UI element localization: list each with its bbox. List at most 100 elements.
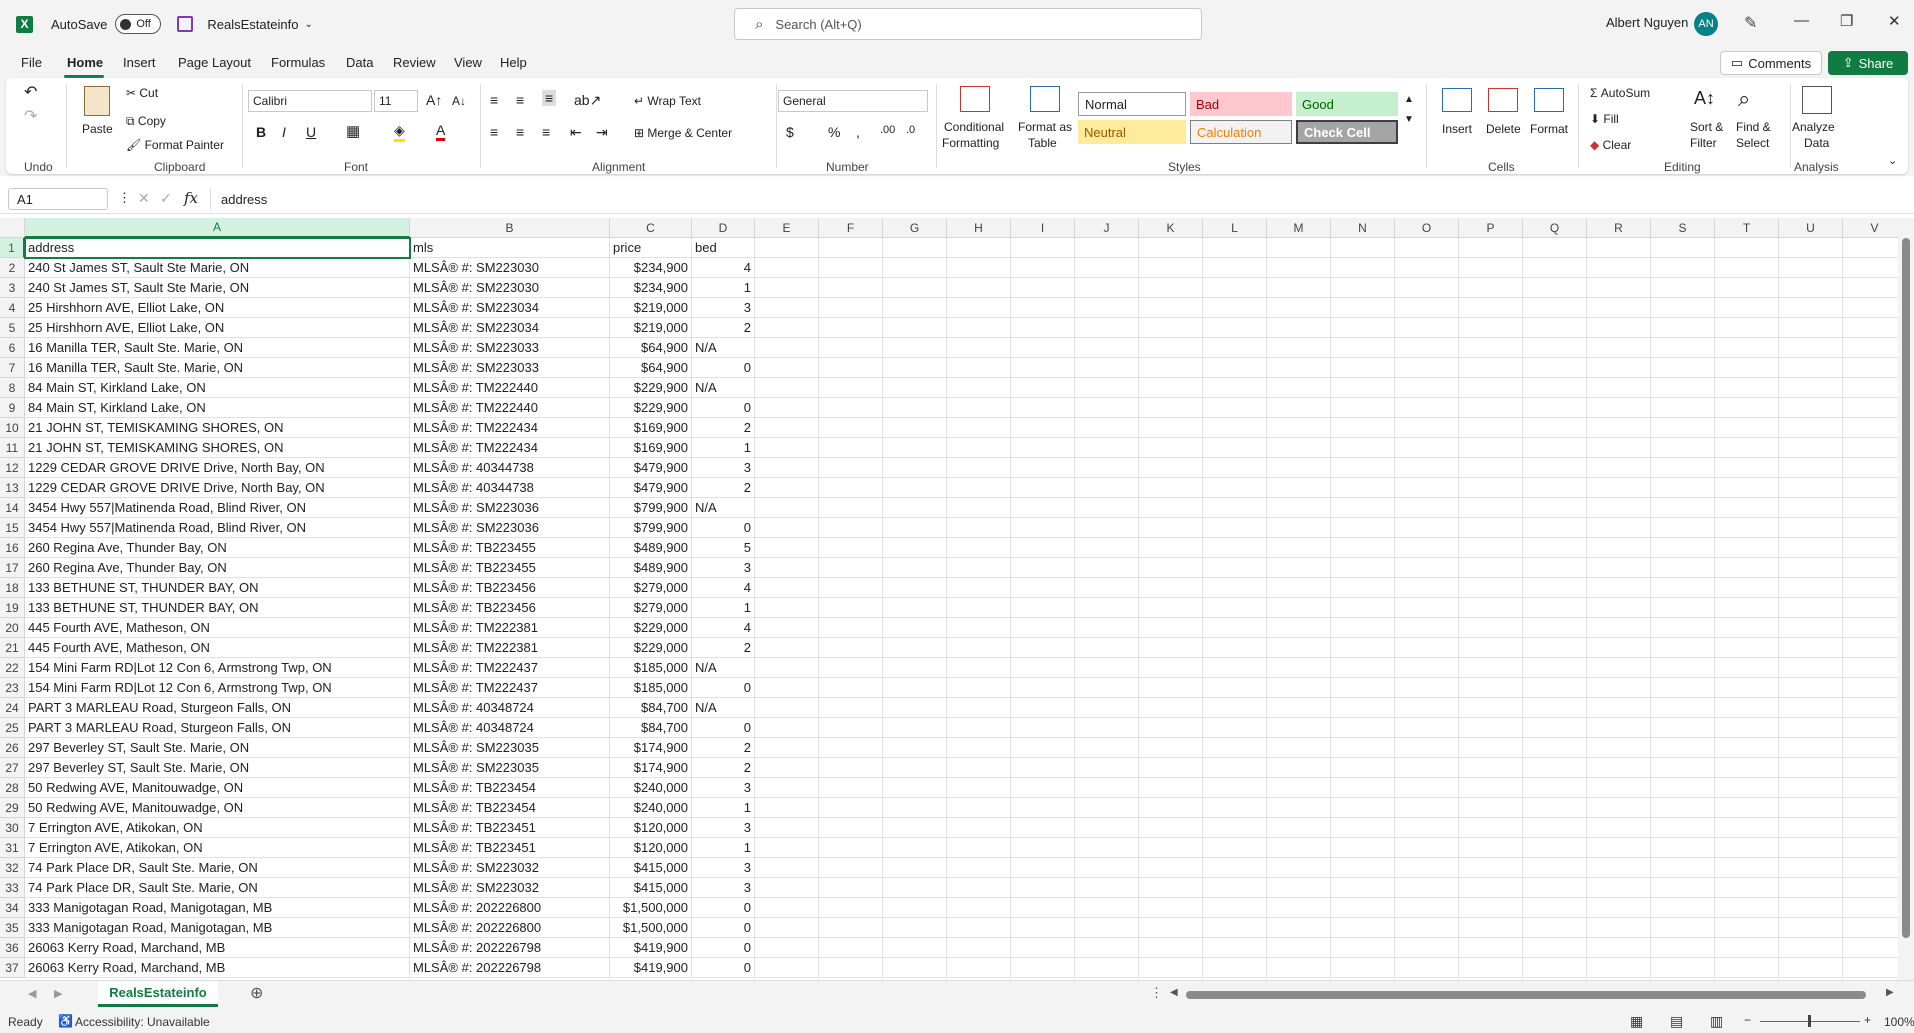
cell[interactable]: [1203, 778, 1267, 798]
cell[interactable]: [1651, 698, 1715, 718]
cell[interactable]: [1651, 838, 1715, 858]
cell[interactable]: [1651, 938, 1715, 958]
find-select-line2[interactable]: Select: [1736, 136, 1769, 150]
cell[interactable]: [1587, 398, 1651, 418]
cell[interactable]: [1779, 618, 1843, 638]
column-header[interactable]: I: [1011, 218, 1075, 238]
cell[interactable]: [1267, 578, 1331, 598]
row-header[interactable]: 8: [0, 378, 25, 398]
cell[interactable]: [1075, 738, 1139, 758]
cell[interactable]: [1331, 438, 1395, 458]
cell[interactable]: [1715, 358, 1779, 378]
cell[interactable]: [1011, 398, 1075, 418]
cell[interactable]: [1331, 238, 1395, 258]
row-header[interactable]: 32: [0, 858, 25, 878]
cell[interactable]: [1779, 238, 1843, 258]
underline-icon[interactable]: U: [306, 124, 316, 140]
cell[interactable]: [1011, 238, 1075, 258]
cell[interactable]: [1395, 638, 1459, 658]
currency-icon[interactable]: $: [786, 124, 794, 140]
cell[interactable]: [1075, 858, 1139, 878]
cell[interactable]: [1267, 478, 1331, 498]
cell[interactable]: [819, 838, 883, 858]
font-name-select[interactable]: Calibri: [248, 90, 372, 112]
cell[interactable]: [1395, 738, 1459, 758]
cell[interactable]: [1715, 338, 1779, 358]
cell[interactable]: $419,900: [610, 958, 692, 978]
cell[interactable]: [1395, 298, 1459, 318]
wrap-text-button[interactable]: ↵ Wrap Text: [634, 94, 701, 108]
cell[interactable]: [1331, 758, 1395, 778]
cell[interactable]: [1843, 318, 1898, 338]
cell[interactable]: [1651, 238, 1715, 258]
cell[interactable]: [1587, 278, 1651, 298]
cell[interactable]: [819, 898, 883, 918]
cell[interactable]: [1587, 358, 1651, 378]
cell[interactable]: [1587, 518, 1651, 538]
cell[interactable]: [1395, 398, 1459, 418]
cell[interactable]: [1523, 578, 1587, 598]
cell[interactable]: [1139, 618, 1203, 638]
cell[interactable]: [947, 618, 1011, 638]
cell[interactable]: [1139, 858, 1203, 878]
tab-help[interactable]: Help: [500, 55, 527, 70]
function-icon[interactable]: fx: [184, 189, 198, 207]
cell[interactable]: MLSÂ® #: TB223451: [410, 838, 610, 858]
cell[interactable]: [1587, 418, 1651, 438]
cell[interactable]: [1011, 358, 1075, 378]
cell[interactable]: [1267, 358, 1331, 378]
cell[interactable]: [1715, 718, 1779, 738]
cell[interactable]: [1331, 738, 1395, 758]
cell[interactable]: [1651, 418, 1715, 438]
cell[interactable]: [1651, 618, 1715, 638]
cell[interactable]: $279,000: [610, 598, 692, 618]
cell[interactable]: [1843, 638, 1898, 658]
cell[interactable]: [1395, 238, 1459, 258]
cell[interactable]: $419,900: [610, 938, 692, 958]
cell[interactable]: [1267, 278, 1331, 298]
cell[interactable]: [1331, 678, 1395, 698]
cell[interactable]: [1395, 458, 1459, 478]
cell[interactable]: [1203, 558, 1267, 578]
cell[interactable]: [947, 658, 1011, 678]
comments-button[interactable]: ▭ Comments: [1720, 51, 1822, 75]
cell[interactable]: [819, 338, 883, 358]
shrink-font-icon[interactable]: A↓: [452, 94, 466, 108]
cell[interactable]: [1011, 418, 1075, 438]
find-select-icon[interactable]: ⌕: [1738, 86, 1750, 112]
cell[interactable]: $479,900: [610, 458, 692, 478]
row-header[interactable]: 34: [0, 898, 25, 918]
cell[interactable]: 260 Regina Ave, Thunder Bay, ON: [25, 538, 410, 558]
cell[interactable]: $169,900: [610, 438, 692, 458]
cell[interactable]: [1843, 658, 1898, 678]
cell[interactable]: 0: [692, 678, 755, 698]
cell[interactable]: [1715, 738, 1779, 758]
cell[interactable]: [883, 678, 947, 698]
cell[interactable]: [1459, 538, 1523, 558]
cell[interactable]: MLSÂ® #: TM222440: [410, 378, 610, 398]
cell[interactable]: [1395, 438, 1459, 458]
cell[interactable]: [1203, 898, 1267, 918]
cell[interactable]: 3: [692, 558, 755, 578]
cell[interactable]: [1651, 518, 1715, 538]
cell[interactable]: [1523, 838, 1587, 858]
cell[interactable]: [1779, 838, 1843, 858]
cell[interactable]: [1651, 738, 1715, 758]
column-header[interactable]: B: [410, 218, 610, 238]
cell[interactable]: [1011, 938, 1075, 958]
cell[interactable]: [819, 718, 883, 738]
sort-filter-line1[interactable]: Sort &: [1690, 120, 1723, 134]
cell[interactable]: [1075, 438, 1139, 458]
row-header[interactable]: 19: [0, 598, 25, 618]
column-header[interactable]: R: [1587, 218, 1651, 238]
cell[interactable]: [1011, 898, 1075, 918]
style-calculation[interactable]: Calculation: [1190, 120, 1292, 144]
cell[interactable]: [1267, 258, 1331, 278]
cell[interactable]: 74 Park Place DR, Sault Ste. Marie, ON: [25, 878, 410, 898]
cell[interactable]: [947, 598, 1011, 618]
row-header[interactable]: 18: [0, 578, 25, 598]
cell[interactable]: [1331, 398, 1395, 418]
minimize-icon[interactable]: —: [1794, 12, 1809, 29]
cell[interactable]: [1779, 458, 1843, 478]
cell[interactable]: $415,000: [610, 858, 692, 878]
